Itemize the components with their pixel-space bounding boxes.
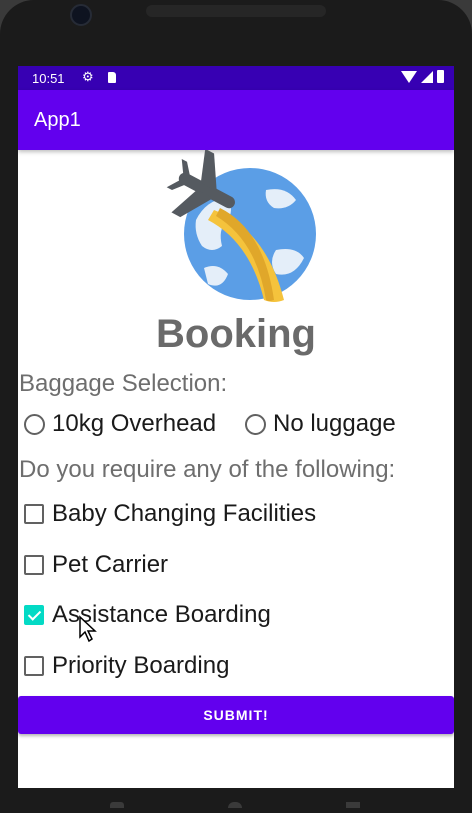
checkbox-label: Baby Changing Facilities: [52, 500, 317, 527]
radio-button-icon[interactable]: [245, 413, 266, 435]
airplane-globe-logo: [166, 150, 316, 302]
radio-10kg-overhead[interactable]: 10kg Overhead: [24, 410, 216, 438]
status-bar: 10:51 ⚙: [18, 66, 454, 90]
app-title: App1: [34, 109, 81, 131]
wifi-icon: [401, 70, 417, 83]
battery-icon: [437, 70, 444, 83]
page-heading: Booking: [156, 312, 316, 356]
baggage-radio-group: 10kg Overhead No luggage: [18, 410, 454, 446]
checkbox-checked-icon[interactable]: [24, 605, 44, 625]
status-icons: [401, 70, 444, 83]
signal-icon: [421, 70, 433, 83]
radio-no-luggage[interactable]: No luggage: [245, 410, 396, 438]
radio-label: No luggage: [273, 410, 396, 437]
app-screen: 10:51 ⚙ App1 Booking Baggage Selection: …: [18, 66, 454, 788]
back-icon[interactable]: [110, 802, 124, 808]
baggage-label: Baggage Selection:: [19, 370, 228, 397]
checkbox-assistance-boarding[interactable]: Assistance Boarding: [24, 601, 271, 629]
sd-card-icon: [108, 72, 116, 83]
checkbox-label: Pet Carrier: [52, 551, 169, 578]
recents-icon[interactable]: [346, 802, 360, 808]
status-time: 10:51: [32, 71, 65, 86]
radio-label: 10kg Overhead: [52, 410, 217, 437]
system-nav-bar: [0, 788, 472, 813]
checkbox-icon[interactable]: [24, 504, 44, 524]
checkbox-icon[interactable]: [24, 656, 44, 676]
app-bar: App1: [18, 90, 454, 150]
submit-button[interactable]: SUBMIT!: [18, 696, 454, 734]
checkbox-baby-changing[interactable]: Baby Changing Facilities: [24, 500, 316, 528]
earpiece-speaker: [146, 5, 326, 17]
requirements-label: Do you require any of the following:: [19, 456, 396, 483]
mouse-cursor-icon: [79, 615, 97, 643]
checkbox-label: Priority Boarding: [52, 652, 230, 679]
phone-frame: 10:51 ⚙ App1 Booking Baggage Selection: …: [0, 0, 472, 813]
checkbox-icon[interactable]: [24, 555, 44, 575]
settings-icon: ⚙: [82, 69, 94, 84]
radio-button-icon[interactable]: [24, 413, 45, 435]
home-icon[interactable]: [228, 802, 242, 808]
checkbox-pet-carrier[interactable]: Pet Carrier: [24, 551, 168, 579]
checkbox-priority-boarding[interactable]: Priority Boarding: [24, 652, 229, 680]
front-camera: [70, 4, 92, 26]
